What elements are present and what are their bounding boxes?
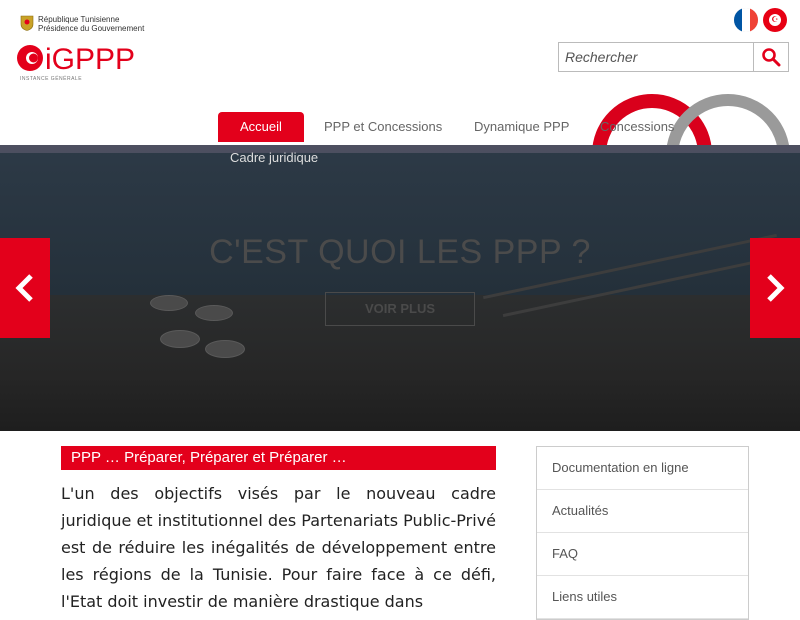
chevron-right-icon	[767, 274, 785, 302]
search-icon	[762, 48, 781, 67]
slider-prev-button[interactable]	[0, 238, 50, 338]
chevron-left-icon	[15, 274, 33, 302]
search-button[interactable]	[753, 43, 788, 71]
republic-line: République Tunisienne	[38, 15, 120, 24]
hero-voir-plus-button[interactable]: VOIR PLUS	[325, 292, 475, 326]
tunisia-flag-icon[interactable]: ☪	[763, 8, 787, 32]
hero-slider: C'EST QUOI LES PPP ? VOIR PLUS	[0, 145, 800, 431]
logo-wordmark: iGPPP	[45, 43, 135, 74]
sidebar-item-actualites[interactable]: Actualités	[537, 490, 748, 533]
republic-text: République Tunisienne Présidence du Gouv…	[38, 15, 144, 33]
nav-item-cadre-juridique[interactable]: Cadre juridique	[230, 143, 318, 173]
french-flag-icon[interactable]	[734, 8, 758, 32]
sidebar-item-documentation[interactable]: Documentation en ligne	[537, 447, 748, 490]
main-nav: Accueil PPP et Concessions Dynamique PPP…	[0, 112, 800, 172]
article-body: L'un des objectifs visés par le nouveau …	[61, 484, 497, 611]
plant-tank	[205, 340, 245, 358]
presidency-line: Présidence du Gouvernement	[38, 24, 145, 33]
logo-subtext: INSTANCE GÉNÉRALE	[20, 76, 83, 82]
plant-tank	[195, 305, 233, 321]
nav-item-ppp-concessions[interactable]: PPP et Concessions	[324, 112, 442, 142]
slider-next-button[interactable]	[750, 238, 800, 338]
nav-item-accueil[interactable]: Accueil	[218, 112, 304, 142]
sidebar-item-liens-utiles[interactable]: Liens utiles	[537, 576, 748, 619]
tunisia-emblem-icon	[20, 15, 34, 31]
sidebar-item-faq[interactable]: FAQ	[537, 533, 748, 576]
nav-item-dynamique-ppp[interactable]: Dynamique PPP	[474, 112, 569, 142]
search-box	[558, 42, 789, 72]
plant-tank	[150, 295, 188, 311]
sidebar-menu: Documentation en ligne Actualités FAQ Li…	[536, 446, 749, 620]
search-input[interactable]	[559, 43, 753, 71]
site-logo[interactable]: République Tunisienne Présidence du Gouv…	[16, 12, 146, 82]
hero-title: C'EST QUOI LES PPP ?	[209, 233, 591, 271]
section-title: PPP … Préparer, Préparer et Préparer …	[61, 446, 496, 470]
nav-item-concessions[interactable]: Concessions	[600, 112, 674, 142]
igppp-logo-icon: iGPPP	[17, 43, 135, 74]
plant-tank	[160, 330, 200, 348]
